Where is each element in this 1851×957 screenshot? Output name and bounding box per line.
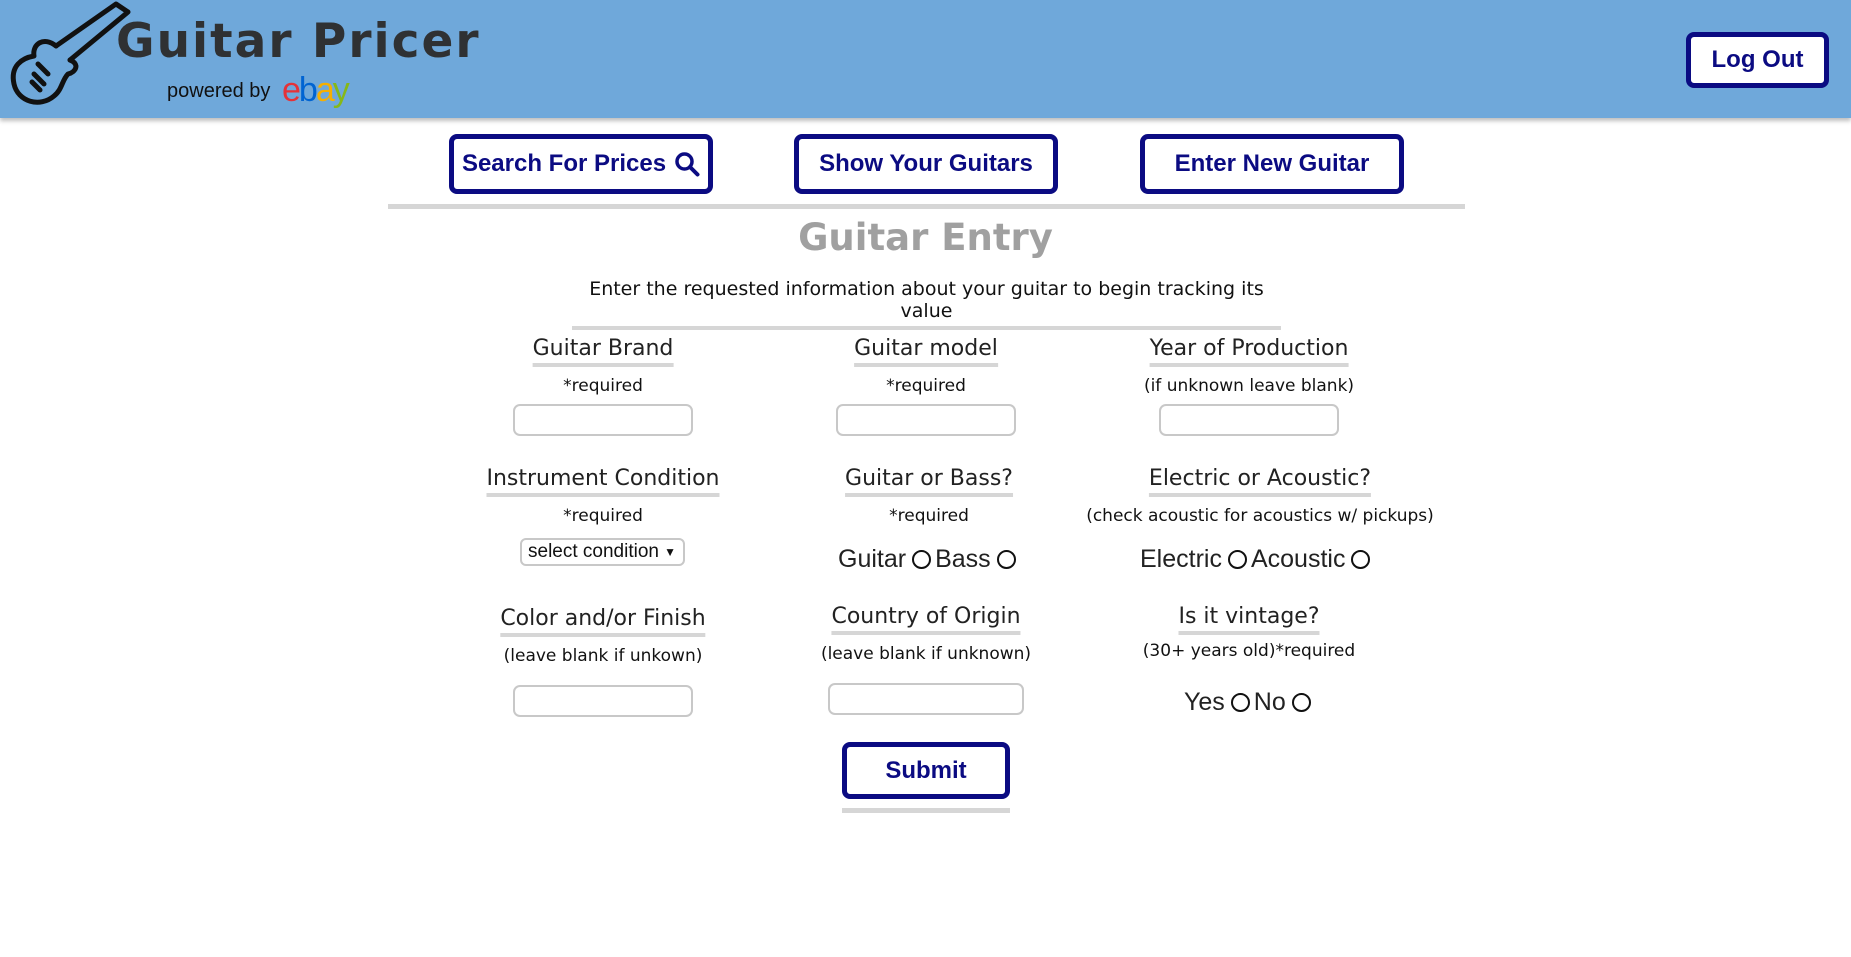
brand-note: *required <box>563 376 643 396</box>
model-note: *required <box>886 376 966 396</box>
type-radio-group: Guitar Bass <box>838 545 1020 574</box>
ebay-logo: ebay <box>282 71 350 110</box>
enter-guitar-button[interactable]: Enter New Guitar <box>1140 134 1404 194</box>
ebay-letter: b <box>298 71 318 109</box>
radio-no[interactable] <box>1291 693 1311 712</box>
radio-acoustic[interactable] <box>1351 550 1371 569</box>
year-label: Year of Production <box>1149 336 1349 367</box>
electric-radio-group: Electric Acoustic <box>1140 545 1374 574</box>
brand-label: Guitar Brand <box>532 336 674 367</box>
page-subtitle: Enter the requested information about yo… <box>572 278 1281 330</box>
nav-divider <box>388 204 1465 209</box>
color-label: Color and/or Finish <box>500 606 706 637</box>
logout-button[interactable]: Log Out <box>1686 32 1829 88</box>
powered-by-text: powered by <box>167 80 271 102</box>
condition-select[interactable]: select condition ▼ <box>520 538 685 566</box>
condition-label: Instrument Condition <box>486 466 720 497</box>
ebay-letter: y <box>332 71 350 109</box>
year-input[interactable] <box>1159 404 1339 436</box>
electric-label: Electric or Acoustic? <box>1148 466 1372 497</box>
year-note: (if unknown leave blank) <box>1143 376 1355 396</box>
radio-label-no: No <box>1253 688 1286 716</box>
type-label: Guitar or Bass? <box>845 466 1013 497</box>
vintage-note: (30+ years old)*required <box>1142 641 1356 661</box>
type-note: *required <box>889 506 969 526</box>
color-input[interactable] <box>513 685 693 717</box>
vintage-radio-group: Yes No <box>1184 688 1315 717</box>
radio-label-bass: Bass <box>935 545 991 573</box>
page-title: Guitar Entry <box>798 216 1053 259</box>
ebay-letter: e <box>282 71 301 109</box>
country-input[interactable] <box>828 683 1024 715</box>
app-header: Guitar Pricer powered by ebay Log Out <box>0 0 1851 118</box>
app-title: Guitar Pricer <box>116 14 481 69</box>
vintage-label: Is it vintage? <box>1178 604 1320 635</box>
model-input[interactable] <box>836 404 1016 436</box>
radio-label-electric: Electric <box>1140 545 1222 573</box>
country-note: (leave blank if unknown) <box>820 644 1032 664</box>
search-prices-button[interactable]: Search For Prices <box>449 134 713 194</box>
submit-underline <box>842 808 1010 813</box>
guitar-icon <box>10 1 131 105</box>
radio-label-acoustic: Acoustic <box>1250 545 1346 573</box>
condition-note: *required <box>563 506 643 526</box>
radio-label-guitar: Guitar <box>838 545 907 573</box>
country-label: Country of Origin <box>831 604 1021 635</box>
search-prices-label: Search For Prices <box>461 150 667 177</box>
model-label: Guitar model <box>854 336 998 367</box>
electric-note: (check acoustic for acoustics w/ pickups… <box>1086 506 1434 526</box>
radio-electric[interactable] <box>1227 550 1247 569</box>
radio-yes[interactable] <box>1230 693 1250 712</box>
ebay-letter: a <box>315 71 335 109</box>
dropdown-arrow-icon: ▼ <box>664 545 676 559</box>
brand-input[interactable] <box>513 404 693 436</box>
color-note: (leave blank if unkown) <box>503 646 703 666</box>
search-icon <box>675 152 700 177</box>
condition-selected-value: select condition <box>528 541 659 562</box>
radio-bass[interactable] <box>996 550 1016 569</box>
radio-guitar[interactable] <box>912 550 932 569</box>
show-guitars-button[interactable]: Show Your Guitars <box>794 134 1058 194</box>
submit-button[interactable]: Submit <box>842 742 1010 799</box>
radio-label-yes: Yes <box>1184 688 1225 716</box>
